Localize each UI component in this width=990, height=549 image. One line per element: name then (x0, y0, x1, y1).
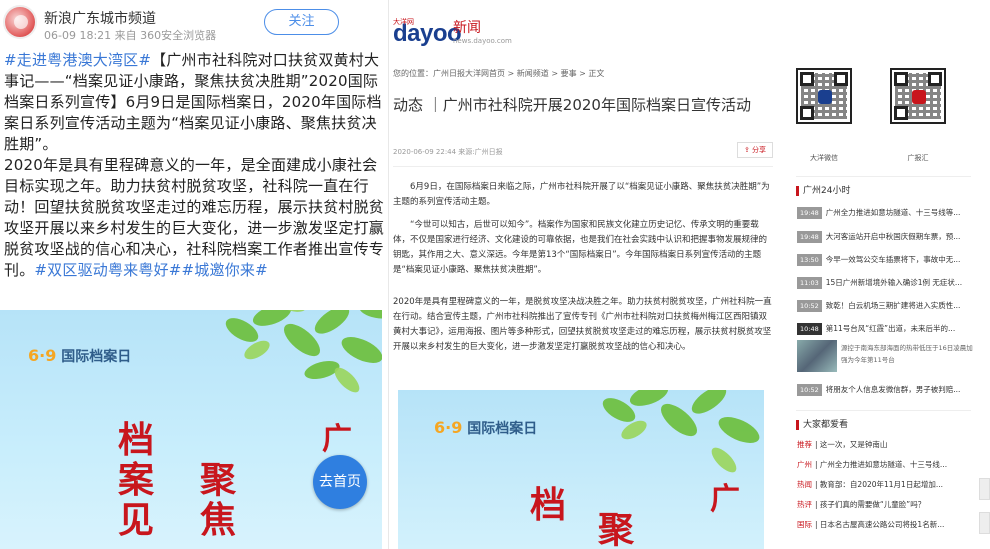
dayoo-news-label[interactable]: 新闻 (453, 17, 481, 37)
share-button[interactable]: ⇪ 分享 (737, 142, 773, 158)
popular-title: 这一次，又是钟南山 (819, 440, 888, 449)
avatar[interactable] (3, 5, 37, 39)
post-image[interactable]: 6·9 国际档案日 档案见 聚焦 广 (0, 310, 382, 549)
share-icon: ⇪ (743, 146, 750, 154)
poster-title: 6·9 国际档案日 (28, 346, 132, 365)
popular-item[interactable]: 热闻 | 教育部：自2020年11月1日起增加... (797, 476, 975, 493)
divider (796, 176, 971, 177)
news-time: 19:48 (797, 207, 822, 219)
news-title: 第11号台风“红霞”出道，未来后半的... (825, 324, 956, 333)
news-time: 13:50 (797, 254, 822, 266)
news-item[interactable]: 10:52 致乾！白云机场三期扩建将进入实质性... (797, 297, 972, 314)
news-time: 19:48 (797, 231, 822, 243)
news-title: 将朋友个人信息发微信群，男子被判赔... (825, 385, 961, 394)
news-thumbnail[interactable] (797, 340, 837, 372)
qr-label: 广报汇 (907, 154, 929, 162)
section-title: 广州24小时 (796, 186, 850, 196)
news-item[interactable]: 19:48 大河客运站开启中秋国庆假期车票，预... (797, 228, 972, 245)
popular-category: 国际 (797, 520, 812, 529)
qr-code-wechat (796, 68, 852, 124)
article-title: 动态 ｜广州市社科院开展2020年国际档案日宣传活动 (393, 96, 751, 114)
news-title: 今早一效驾公交车插票将下，事故中无... (825, 255, 961, 264)
weibo-panel: 新浪广东城市频道 06-09 18:21 来自 360安全浏览器 关注 #走进粤… (0, 0, 388, 549)
share-label: 分享 (752, 146, 767, 154)
news-item[interactable]: 11:03 15日广州新增境外输入确诊1例 无症状... (797, 274, 972, 291)
dayoo-url: news.dayoo.com (453, 37, 512, 45)
news-item[interactable]: 10:48 第11号台风“红霞”出道，未来后半的... (797, 320, 972, 337)
popular-item[interactable]: 国际 | 日本名古屋高速公路公司将投1名新... (797, 516, 975, 533)
qr-label: 大洋微信 (810, 154, 838, 162)
article-paragraph: 2020年是具有里程碑意义的一年，是脱贫攻坚决战决胜之年。助力扶贫村脱贫攻坚，广… (393, 297, 772, 352)
news-time: 10:52 (797, 384, 822, 396)
news-item[interactable]: 13:50 今早一效驾公交车插票将下，事故中无... (797, 251, 972, 268)
news-title: 广州全力推进如意坊隧道、十三号线等... (825, 208, 961, 217)
leaves-decoration (225, 310, 382, 393)
follow-button[interactable]: 关注 (264, 9, 339, 35)
popular-title: 广州全力推进如意坊隧道、十三号线... (819, 460, 948, 469)
qr-code-guangbaohui (890, 68, 946, 124)
poster-calligraphy: 聚 (598, 509, 635, 549)
divider (393, 166, 773, 167)
post-meta: 06-09 18:21 来自 360安全浏览器 (44, 29, 217, 42)
news-title: 15日广州新增境外输入确诊1例 无症状... (825, 278, 963, 287)
dayoo-logo-sub: 大洋网 (393, 18, 414, 26)
news-time: 10:48 (797, 323, 822, 335)
news-item[interactable]: 10:52 将朋友个人信息发微信群，男子被判赔... (797, 381, 972, 398)
news-thumbnail-caption[interactable]: 源控于南海东部海面的热带低压于16日凌晨加强为今年第11号台 (841, 342, 973, 366)
account-name[interactable]: 新浪广东城市频道 (44, 8, 156, 28)
hashtag-link[interactable]: #走进粤港澳大湾区# (4, 51, 151, 69)
scroll-up-button[interactable] (979, 478, 990, 500)
popular-title: 孩子们真的需要做“儿童脸”吗？ (819, 500, 926, 509)
divider (796, 410, 971, 411)
popular-category: 广州 (797, 460, 812, 469)
post-text: #走进粤港澳大湾区#【广州市社科院对口扶贫双黄村大事记——“档案见证小康路，聚焦… (4, 50, 384, 281)
popular-title: 教育部：自2020年11月1日起增加... (819, 480, 943, 489)
article-panel: dayoo 大洋网 新闻 news.dayoo.com 您的位置：广州日报大洋网… (389, 0, 780, 549)
popular-category: 热评 (797, 500, 812, 509)
popular-item[interactable]: 推荐 | 这一次，又是钟南山 (797, 436, 975, 453)
news-title: 致乾！白云机场三期扩建将进入实质性... (825, 301, 961, 310)
poster-title: 6·9 国际档案日 (434, 418, 538, 437)
sidebar: 大洋微信 广报汇 广州24小时 19:48 广州全力推进如意坊隧道、十三号线等..… (780, 0, 990, 549)
news-time: 10:52 (797, 300, 822, 312)
leaves-decoration (602, 390, 760, 473)
hashtag-link[interactable]: #双区驱动粤来粤好##城邀你来# (34, 261, 267, 279)
poster-calligraphy: 聚焦 (200, 459, 237, 541)
weibo-header: 新浪广东城市频道 06-09 18:21 来自 360安全浏览器 关注 (0, 0, 388, 46)
section-title: 大家都爱看 (796, 420, 848, 430)
poster-calligraphy: 广 (710, 482, 740, 517)
news-title: 大河客运站开启中秋国庆假期车票，预... (825, 232, 961, 241)
popular-item[interactable]: 热评 | 孩子们真的需要做“儿童脸”吗？ (797, 496, 975, 513)
poster-calligraphy: 广 (322, 422, 352, 457)
breadcrumb[interactable]: 您的位置：广州日报大洋网首页 > 新闻频道 > 要事 > 正文 (393, 68, 604, 79)
go-home-button[interactable]: 去首页 (313, 455, 367, 509)
article-paragraph: “今世可以知古，后世可以知今”。档案作为国家和民族文化建立历史记忆、传承文明的重… (393, 220, 768, 275)
article-image[interactable]: 6·9 国际档案日 档 聚 广 (398, 390, 764, 549)
article-paragraph: 6月9日，在国际档案日来临之际，广州市社科院开展了以“档案见证小康路、聚焦扶贫决… (393, 182, 770, 207)
scroll-down-button[interactable] (979, 512, 990, 534)
news-item[interactable]: 19:48 广州全力推进如意坊隧道、十三号线等... (797, 204, 972, 221)
popular-category: 推荐 (797, 440, 812, 449)
popular-item[interactable]: 广州 | 广州全力推进如意坊隧道、十三号线... (797, 456, 975, 473)
news-time: 11:03 (797, 277, 822, 289)
article-meta: 2020-06-09 22:44 来源:广州日报 (393, 148, 503, 156)
poster-calligraphy: 档 (530, 484, 567, 526)
poster-calligraphy: 档案见 (118, 419, 155, 541)
popular-category: 热闻 (797, 480, 812, 489)
popular-title: 日本名古屋高速公路公司将投1名新... (819, 520, 945, 529)
